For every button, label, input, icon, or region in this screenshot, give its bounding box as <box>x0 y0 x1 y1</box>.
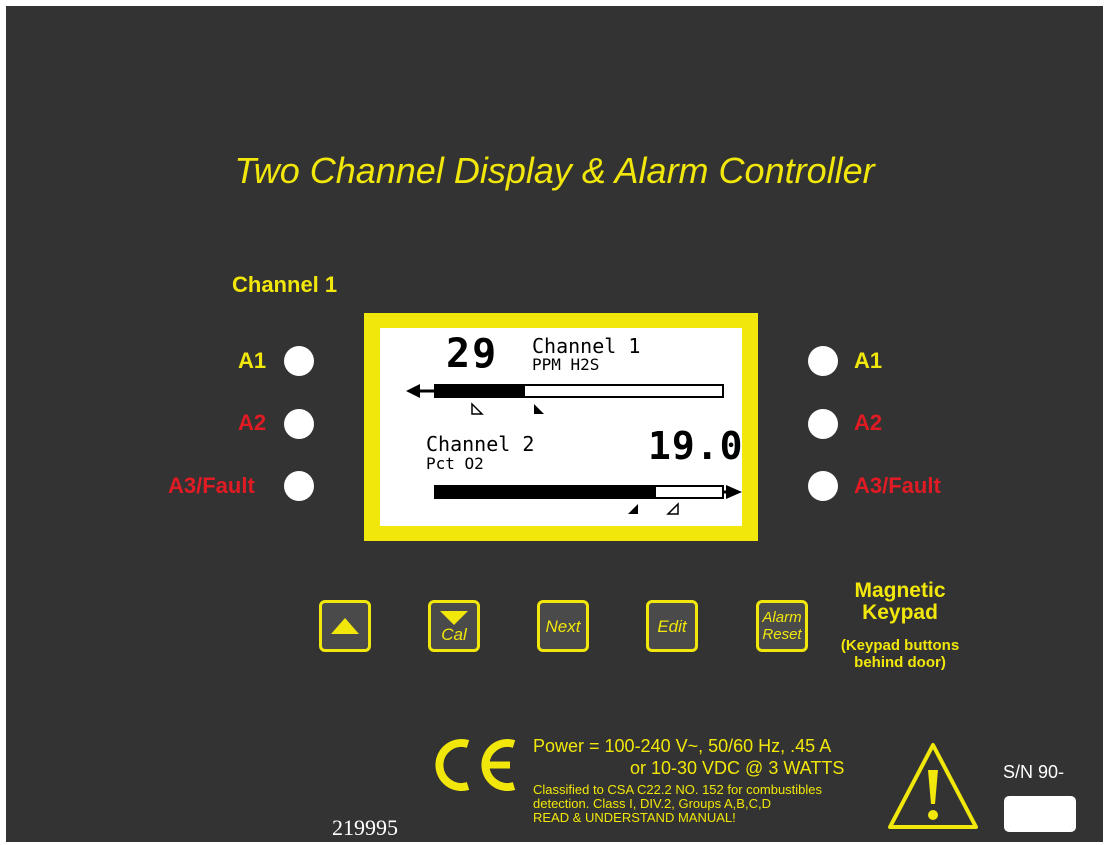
keypad-note: (Keypad buttons behind door) <box>812 637 988 671</box>
down-cal-button[interactable]: Cal <box>428 600 480 652</box>
lcd-frame: 29 Channel 1 PPM H2S Channel 2 Pct O2 19… <box>364 313 758 541</box>
edit-button[interactable]: Edit <box>646 600 698 652</box>
alarm-reset-button[interactable]: Alarm Reset <box>756 600 808 652</box>
alarm-reset-label-line2: Reset <box>762 626 802 643</box>
left-a3-led <box>284 471 314 501</box>
alarm-1-marker-icon <box>471 402 484 415</box>
serial-number-field <box>1004 796 1076 832</box>
channel-2-bar <box>434 485 724 499</box>
ce-mark-icon <box>435 739 516 791</box>
left-a2-label: A2 <box>238 410 267 435</box>
left-a1-label: A1 <box>238 348 267 373</box>
right-a2-led <box>808 409 838 439</box>
panel-title: Two Channel Display & Alarm Controller <box>234 150 875 191</box>
classification-line1: Classified to CSA C22.2 NO. 152 for comb… <box>533 782 823 797</box>
channel-1-label: Channel 1 <box>232 272 338 297</box>
next-button[interactable]: Next <box>537 600 589 652</box>
channel-1-bar-fill <box>436 386 525 396</box>
channel-1-units: PPM H2S <box>532 355 600 374</box>
right-a2-label: A2 <box>854 410 883 435</box>
right-a3-label: A3/Fault <box>854 473 941 498</box>
up-button[interactable] <box>319 600 371 652</box>
magnetic-keypad-title: Magnetic Keypad <box>820 580 980 624</box>
edit-label: Edit <box>657 616 687 636</box>
alarm-2-marker-icon <box>666 502 679 515</box>
warning-icon <box>888 743 978 829</box>
power-rating-line2: or 10-30 VDC @ 3 WATTS <box>630 758 845 778</box>
channel-2-bar-fill <box>436 487 657 497</box>
power-rating-line1: Power = 100-240 V~, 50/60 Hz, .45 A <box>533 736 832 756</box>
part-number: 219995 <box>332 815 398 840</box>
channel-1-alarm-markers <box>471 402 544 415</box>
next-label: Next <box>545 616 581 636</box>
right-a3-led <box>808 471 838 501</box>
cal-label: Cal <box>441 624 467 644</box>
channel-1-name: Channel 1 <box>532 334 641 358</box>
channel-2-alarm-markers <box>628 502 679 515</box>
serial-number-label: S/N 90- <box>1003 762 1065 782</box>
channel-1-bar <box>434 384 724 398</box>
left-a3-label: A3/Fault <box>168 473 255 498</box>
left-a2-led <box>284 409 314 439</box>
keypad-note-line1: (Keypad buttons <box>840 637 960 654</box>
channel-1-reading: 29 <box>446 331 499 377</box>
classification-line3: READ & UNDERSTAND MANUAL! <box>533 810 736 825</box>
magnetic-keypad-title-line1: Magnetic <box>854 579 946 602</box>
left-a1-led <box>284 346 314 376</box>
channel-2-name: Channel 2 <box>426 432 535 456</box>
magnetic-keypad-title-line2: Keypad <box>862 601 938 624</box>
up-arrow-icon <box>331 618 359 634</box>
keypad-note-line2: behind door) <box>854 654 946 671</box>
lcd-screen: 29 Channel 1 PPM H2S Channel 2 Pct O2 19… <box>380 328 744 526</box>
channel-2-reading: 19.0 <box>648 424 744 468</box>
classification-line2: detection. Class I, DIV.2, Groups A,B,C,… <box>533 796 771 811</box>
alarm-1-marker-icon <box>628 504 638 514</box>
channel-2-units: Pct O2 <box>426 454 484 473</box>
right-a1-led <box>808 346 838 376</box>
channel-2-arrow <box>722 485 742 499</box>
right-a1-label: A1 <box>854 348 883 373</box>
down-arrow-icon <box>440 610 468 625</box>
alarm-reset-label-line1: Alarm <box>762 609 802 626</box>
alarm-2-marker-icon <box>534 404 544 414</box>
